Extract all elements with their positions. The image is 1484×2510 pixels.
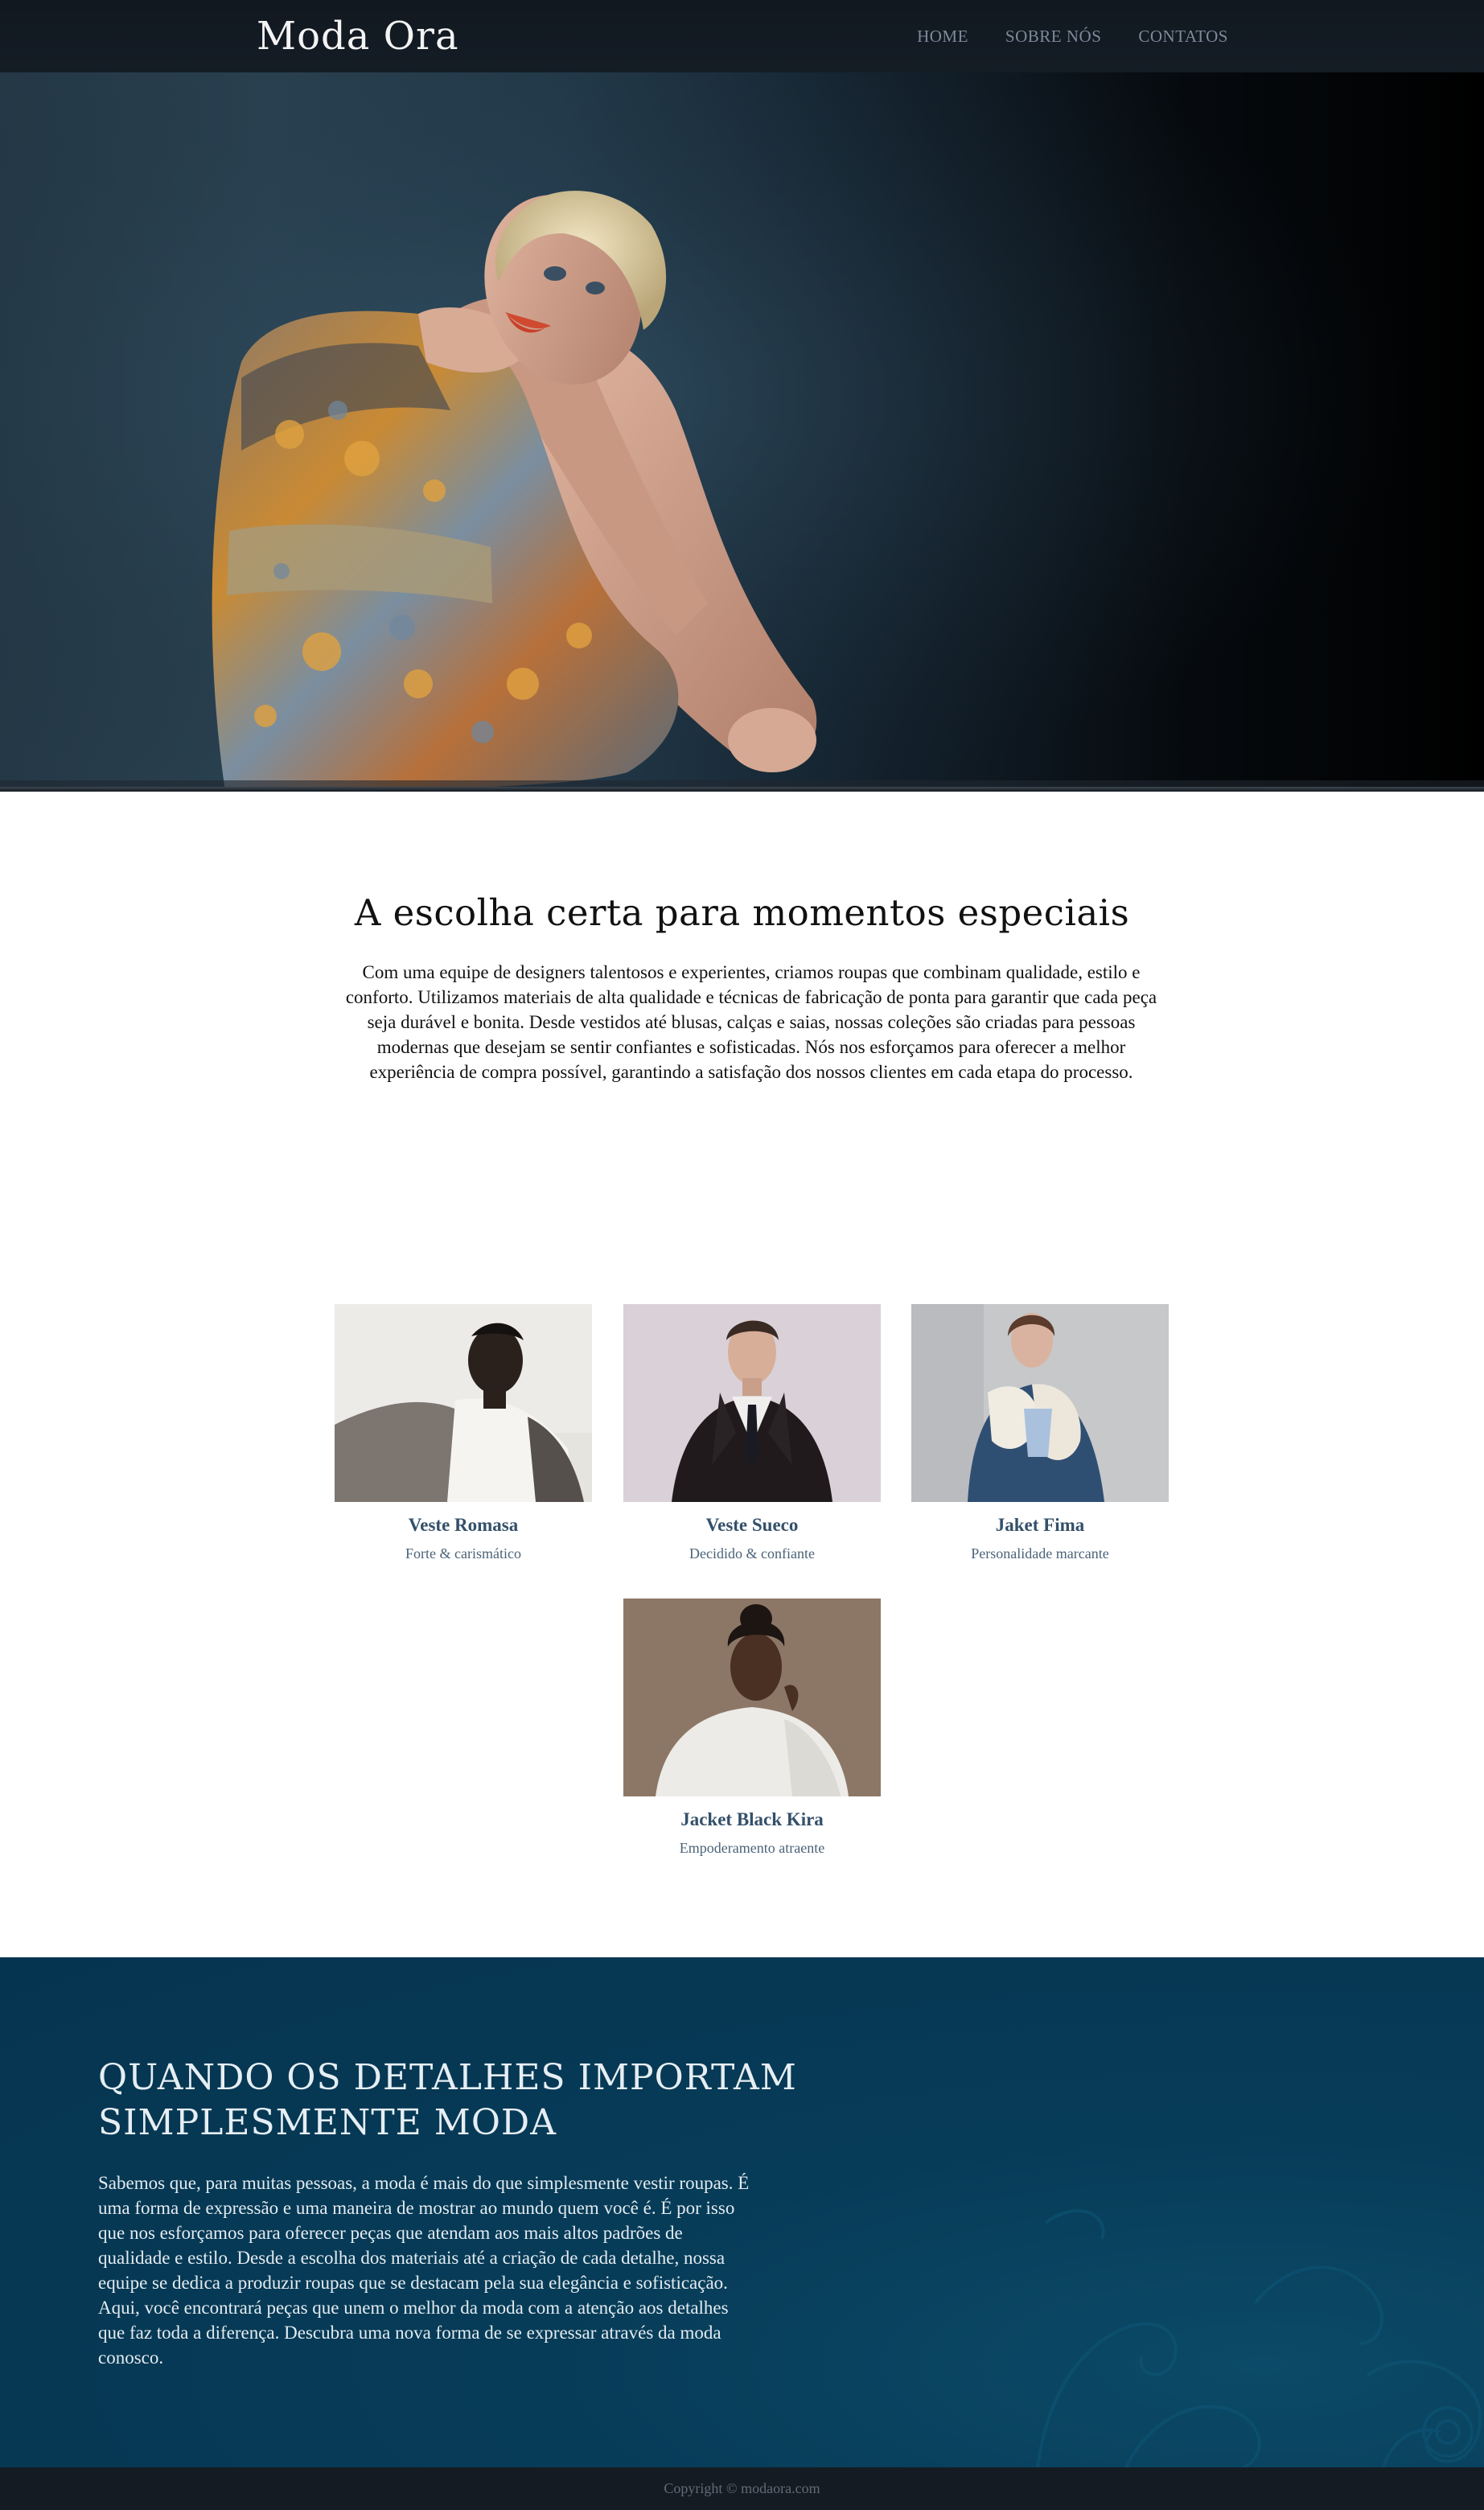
product-desc: Empoderamento atraente xyxy=(679,1840,825,1856)
brand-logo[interactable]: Moda Ora xyxy=(257,8,459,64)
product-photo-jaket-fima[interactable] xyxy=(911,1304,1169,1502)
product-desc: Personalidade marcante xyxy=(971,1545,1109,1562)
product-card-jaket-fima[interactable]: Jaket Fima Personalidade marcante xyxy=(911,1304,1169,1562)
copyright-text: Copyright © modaora.com xyxy=(664,2480,820,2496)
footer: Copyright © modaora.com xyxy=(0,2467,1484,2510)
product-photo-veste-sueco[interactable] xyxy=(623,1304,881,1502)
details-section: QUANDO OS DETALHES IMPORTAM SIMPLESMENTE… xyxy=(0,1957,1484,2467)
product-photo-veste-romasa[interactable] xyxy=(335,1304,592,1502)
navbar: Moda Ora HOME SOBRE NÓS CONTATOS xyxy=(0,0,1484,73)
product-photo-jacket-black-kira[interactable] xyxy=(623,1599,881,1796)
nav-item-contatos: CONTATOS xyxy=(1138,27,1228,47)
details-text: Sabemos que, para muitas pessoas, a moda… xyxy=(98,2173,750,2368)
product-name[interactable]: Veste Romasa xyxy=(335,1514,592,1537)
details-title: QUANDO OS DETALHES IMPORTAM SIMPLESMENTE… xyxy=(98,2057,797,2143)
product-name[interactable]: Veste Sueco xyxy=(623,1514,881,1537)
hero-banner xyxy=(0,72,1484,791)
nav-item-home: HOME xyxy=(917,27,968,47)
product-desc: Decidido & confiante xyxy=(689,1545,815,1562)
hero-model-image xyxy=(0,72,1484,791)
intro-title: A escolha certa para momentos especiais xyxy=(354,891,1130,934)
intro-text: Com uma equipe de designers talentosos e… xyxy=(345,962,1157,1082)
product-card-veste-sueco[interactable]: Veste Sueco Decidido & confiante xyxy=(623,1304,881,1562)
nav-item-sobre-nos: SOBRE NÓS xyxy=(1005,27,1101,47)
nav-link-home[interactable]: HOME xyxy=(917,27,968,46)
product-card-jacket-black-kira[interactable]: Jacket Black Kira Empoderamento atraente xyxy=(623,1599,881,1857)
product-card-veste-romasa[interactable]: Veste Romasa Forte & carismático xyxy=(335,1304,592,1562)
hero-divider xyxy=(0,787,1484,792)
product-name[interactable]: Jaket Fima xyxy=(911,1514,1169,1537)
nav-link-contatos[interactable]: CONTATOS xyxy=(1138,27,1228,46)
nav-link-sobre-nos[interactable]: SOBRE NÓS xyxy=(1005,27,1101,46)
product-name[interactable]: Jacket Black Kira xyxy=(623,1808,881,1831)
product-desc: Forte & carismático xyxy=(405,1545,521,1562)
nav-menu: HOME SOBRE NÓS CONTATOS xyxy=(917,0,1228,72)
